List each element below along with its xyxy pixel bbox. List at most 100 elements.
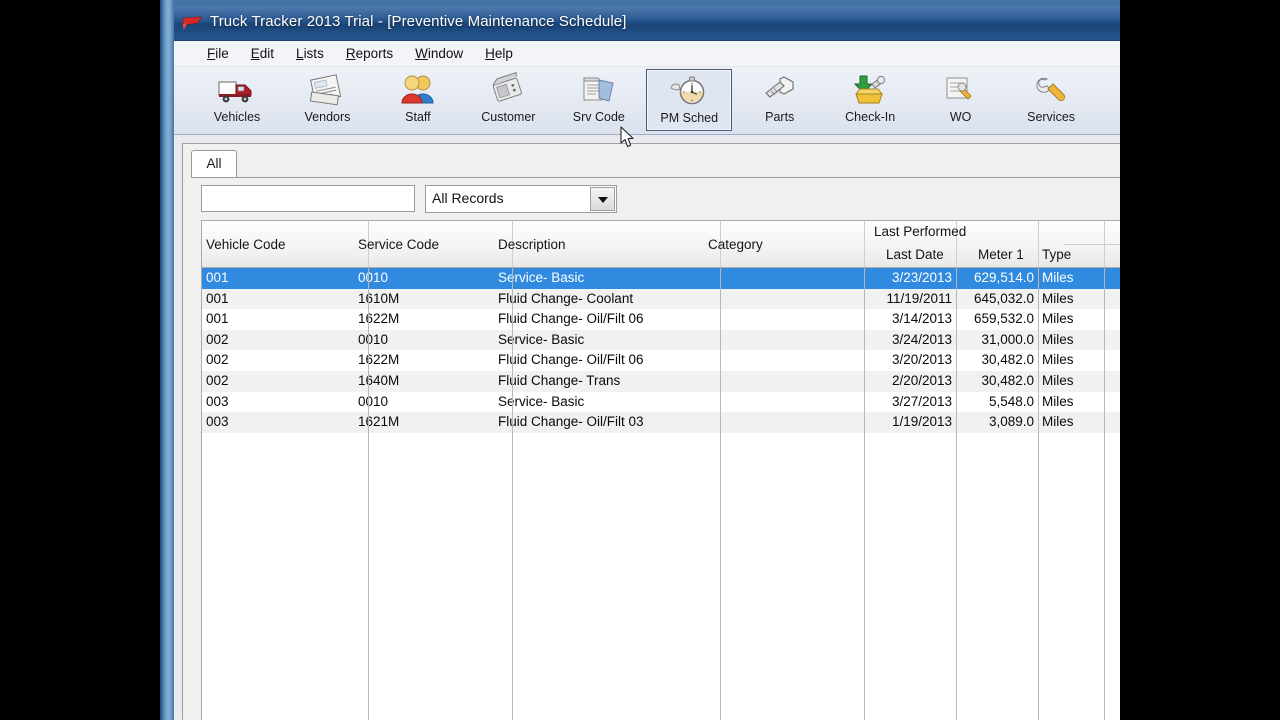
cell-description: Service- Basic [498,394,708,409]
grid-body[interactable]: 0010010Service- Basic3/23/2013629,514.0M… [202,268,1120,433]
folder-document-icon [577,72,621,108]
cell-vehicle-code: 001 [206,311,356,326]
tab-strip[interactable]: All [191,150,1120,178]
cell-last-date: 1/19/2013 [868,414,952,429]
column-header-service-code[interactable]: Service Code [358,237,439,252]
column-header-description[interactable]: Description [498,237,566,252]
menu-item-window[interactable]: Window [404,41,474,65]
table-row[interactable]: 0021640MFluid Change- Trans 2/20/2013 30,4… [202,371,1120,392]
search-input[interactable] [201,185,415,212]
cell-last-date: 3/14/2013 [868,311,952,326]
toolbar-button-label: Check-In [827,110,913,124]
cell-service-code: 0010 [358,394,498,409]
cell-vehicle-code: 002 [206,373,356,388]
stopwatch-icon [667,73,711,109]
cell-meter-1: 5,548.0 [960,394,1034,409]
toolbar-button-label: Vehicles [194,110,280,124]
toolbar-button-parts[interactable]: Parts [737,69,823,131]
tab-strip-underline [191,177,1120,178]
menu-item-file[interactable]: File [196,41,240,65]
toolbar-button-vehicles[interactable]: Vehicles [194,69,280,131]
tab-all[interactable]: All [191,150,237,177]
toolbar-button-check-in[interactable]: Check-In [827,69,913,131]
red-flag-icon [182,16,202,30]
group-header-rule [1064,244,1120,245]
cell-last-date: 2/20/2013 [868,373,952,388]
filter-row[interactable]: All Records [201,185,1120,219]
cell-last-date: 3/20/2013 [868,352,952,367]
people-icon [396,72,440,108]
cell-description: Fluid Change- Coolant [498,291,708,306]
toolbar-button-services[interactable]: Services [1008,69,1094,131]
toolbar-button-staff[interactable]: Staff [375,69,461,131]
records-filter-combobox[interactable]: All Records [425,185,617,213]
cell-service-code: 1610M [358,291,498,306]
chevron-down-icon[interactable] [590,187,615,211]
toolbar-button-customer[interactable]: Customer [465,69,551,131]
toolbar-button-label: Fuel [1099,110,1120,124]
toolbar-button-srv-code[interactable]: Srv Code [556,69,642,131]
cell-type: Miles [1042,332,1100,347]
menu-item-reports[interactable]: Reports [335,41,404,65]
menu-item-lists[interactable]: Lists [285,41,335,65]
grid-header[interactable]: Vehicle Code Service Code Description Ca… [202,221,1120,268]
toolbar-button-label: Customer [465,110,551,124]
menu-bar[interactable]: FileEditListsReportsWindowHelp [174,41,1120,67]
tab-label: All [206,156,221,171]
cell-description: Service- Basic [498,332,708,347]
toolbar-button-wo[interactable]: WO [918,69,1004,131]
cell-service-code: 1640M [358,373,498,388]
window-title: Truck Tracker 2013 Trial - [Preventive M… [210,13,626,30]
toolbar-button-label: Staff [375,110,461,124]
cell-description: Fluid Change- Oil/Filt 06 [498,311,708,326]
cell-vehicle-code: 001 [206,291,356,306]
cell-service-code: 0010 [358,332,498,347]
grid-column-divider [720,268,721,720]
toolbar-button-label: Parts [737,110,823,124]
cell-vehicle-code: 002 [206,332,356,347]
cell-last-date: 3/27/2013 [868,394,952,409]
grid-column-divider [368,268,369,720]
table-row[interactable]: 0020010Service- Basic3/24/201331,000.0Mi… [202,330,1120,351]
toolbar-button-fuel[interactable]: Fuel [1099,69,1120,131]
toolbar-button-pm-sched[interactable]: PM Sched [646,69,732,131]
column-header-vehicle-code[interactable]: Vehicle Code [206,237,286,252]
menu-item-edit[interactable]: Edit [240,41,285,65]
column-header-type[interactable]: Type [1042,247,1071,262]
cell-meter-1: 659,532.0 [960,311,1034,326]
table-row[interactable]: 0030010Service- Basic3/27/20135,548.0Mil… [202,392,1120,413]
truck-icon [215,72,259,108]
title-bar[interactable]: Truck Tracker 2013 Trial - [Preventive M… [174,6,1120,41]
column-header-meter-1[interactable]: Meter 1 [978,247,1024,262]
table-row[interactable]: 0011622MFluid Change- Oil/Filt 063/14/20… [202,309,1120,330]
records-filter-value: All Records [432,190,504,206]
table-row[interactable]: 0010010Service- Basic3/23/2013629,514.0M… [202,268,1120,289]
grid-column-divider [956,268,957,720]
pm-schedule-grid[interactable]: Vehicle Code Service Code Description Ca… [201,220,1120,720]
cell-last-date: 11/19/2011 [868,291,952,306]
cell-type: Miles [1042,414,1100,429]
toolbar-button-label: WO [918,110,1004,124]
menu-item-help[interactable]: Help [474,41,524,65]
cell-type: Miles [1042,270,1100,285]
table-row[interactable]: 0031621MFluid Change- Oil/Filt 03 1/19/20… [202,412,1120,433]
application-window: Truck Tracker 2013 Trial - [Preventive M… [160,0,1120,720]
bolt-icon [758,72,802,108]
column-header-last-date[interactable]: Last Date [886,247,944,262]
table-row[interactable]: 0021622MFluid Change- Oil/Filt 063/20/20… [202,350,1120,371]
cell-description: Fluid Change- Oil/Filt 03 [498,414,708,429]
column-header-category[interactable]: Category [708,237,763,252]
cell-meter-1: 30,482.0 [960,373,1034,388]
cell-service-code: 1621M [358,414,498,429]
cell-vehicle-code: 003 [206,414,356,429]
mdi-client-area: All All Records [174,135,1120,719]
main-toolbar[interactable]: Vehicles Vendors [174,67,1120,135]
cell-description: Fluid Change- Trans [498,373,708,388]
cell-type: Miles [1042,352,1100,367]
toolbar-button-vendors[interactable]: Vendors [284,69,370,131]
table-row[interactable]: 0011610MFluid Change- Coolant11/19/20116… [202,289,1120,310]
toolbar-button-label: Vendors [284,110,370,124]
cell-meter-1: 629,514.0 [960,270,1034,285]
cell-description: Fluid Change- Oil/Filt 06 [498,352,708,367]
cell-last-date: 3/24/2013 [868,332,952,347]
